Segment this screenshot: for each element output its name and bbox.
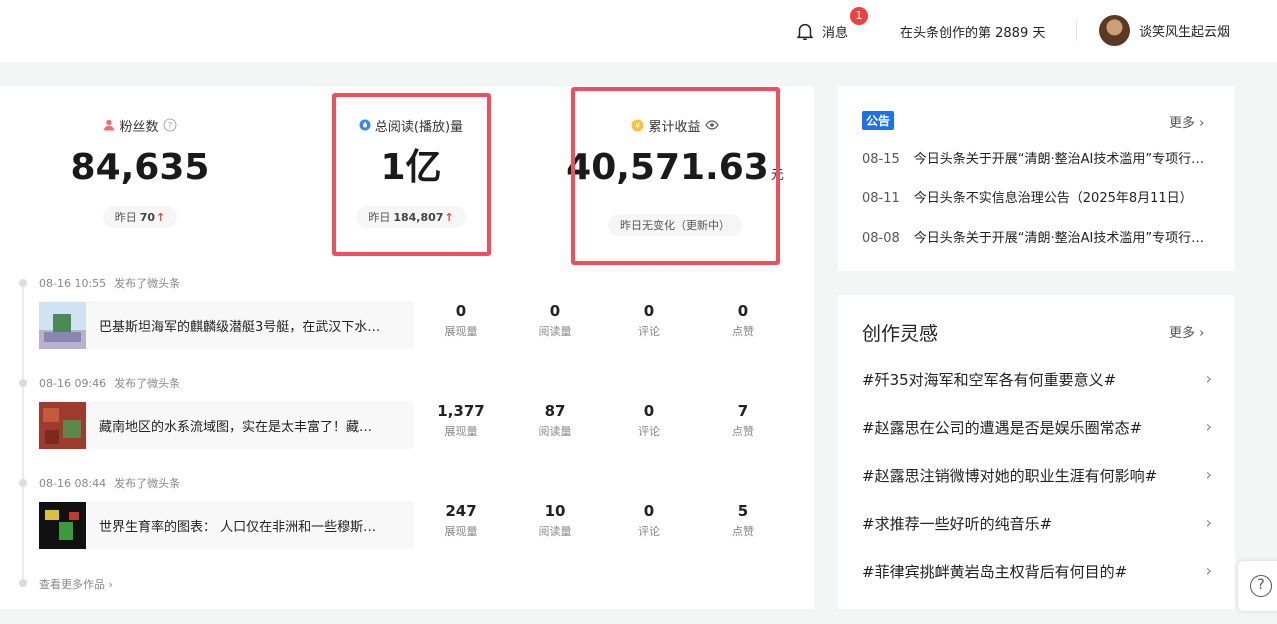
post-meta: 08-16 08:44 发布了微头条: [39, 477, 181, 490]
chevron-right-icon: ›: [1199, 116, 1205, 131]
user-menu[interactable]: 谈笑风生起云烟: [1099, 15, 1230, 46]
stat-label: 粉丝数: [119, 119, 159, 135]
chevron-right-icon: ›: [1205, 513, 1212, 532]
help-button[interactable]: ?: [1238, 561, 1277, 611]
creation-days: 在头条创作的第 2889 天: [900, 26, 1046, 41]
timeline-dot: [19, 379, 27, 387]
post-card[interactable]: 巴基斯坦海军的麒麟级潜艇3号艇，在武汉下水…: [39, 301, 414, 349]
messages-label: 消息: [822, 25, 849, 41]
metric-impressions: 0 展现量: [444, 302, 478, 338]
highlight-box-reads: [332, 93, 491, 256]
metric-impressions: 247 展现量: [444, 502, 478, 538]
username: 谈笑风生起云烟: [1139, 25, 1231, 40]
svg-text:?: ?: [167, 122, 172, 132]
chevron-right-icon: ›: [1205, 561, 1212, 580]
post-meta: 08-16 10:55 发布了微头条: [39, 277, 181, 290]
help-icon: ?: [1250, 575, 1272, 597]
post-thumbnail: [39, 401, 86, 449]
avatar[interactable]: [1099, 15, 1130, 46]
messages-badge: 1: [850, 7, 868, 25]
dashboard-panel: 粉丝数 ? 84,635 昨日 70↑ 总阅读(播放)量 1亿 昨日 184,807…: [0, 86, 814, 609]
bell-icon: [796, 23, 814, 40]
post-card[interactable]: 藏南地区的水系流域图，实在是太丰富了！藏…: [39, 401, 414, 449]
notice-item[interactable]: 08-15 今日头条关于开展“清朗·整治AI技术滥用”专项行动的公告: [862, 148, 1212, 167]
metric-impressions: 1,377 展现量: [437, 402, 485, 438]
notice-panel: 公告 更多 › 08-15 今日头条关于开展“清朗·整治AI技术滥用”专项行动的公…: [838, 86, 1235, 271]
inspiration-panel: 创作灵感 更多 › #歼35对海军和空军各有何重要意义# › #赵露思在公司的遭遇…: [838, 295, 1235, 609]
timeline-dot: [19, 479, 27, 487]
metric-reads: 0 阅读量: [538, 302, 572, 338]
metric-reads: 87 阅读量: [538, 402, 572, 438]
notice-more-link[interactable]: 更多 ›: [1169, 112, 1204, 131]
post-title: 巴基斯坦海军的麒麟级潜艇3号艇，在武汉下水…: [99, 319, 381, 335]
post-card[interactable]: 世界生育率的图表： 人口仅在非洲和一些穆斯…: [39, 501, 414, 549]
notice-item[interactable]: 08-11 今日头条不实信息治理公告（2025年8月11日）: [862, 187, 1212, 206]
stat-yesterday: 昨日 70↑: [102, 206, 178, 228]
metric-comments: 0 评论: [638, 502, 660, 538]
arrow-up-icon: ↑: [156, 211, 166, 224]
metric-likes: 5 点赞: [732, 502, 754, 538]
messages-button[interactable]: 消息 1: [794, 7, 868, 44]
fans-icon: [104, 119, 115, 131]
chevron-right-icon: ›: [1199, 326, 1205, 341]
notice-item[interactable]: 08-08 今日头条关于开展“清朗·整治AI技术滥用”专项行动的公告: [862, 227, 1212, 246]
inspiration-item[interactable]: #赵露思在公司的遭遇是否是娱乐圈常态# ›: [862, 417, 1212, 438]
chevron-right-icon: ›: [108, 578, 113, 591]
notice-tag: 公告: [862, 111, 895, 130]
stat-fans: 粉丝数 ? 84,635 昨日 70↑: [25, 116, 255, 228]
timeline-dot: [19, 279, 27, 287]
timeline-dot: [19, 579, 27, 587]
metric-comments: 0 评论: [638, 402, 660, 438]
inspiration-title: 创作灵感: [862, 323, 939, 345]
chevron-right-icon: ›: [1205, 465, 1212, 484]
metric-likes: 7 点赞: [732, 402, 754, 438]
inspiration-item[interactable]: #菲律宾挑衅黄岩岛主权背后有何目的# ›: [862, 561, 1212, 582]
top-bar: 消息 1 在头条创作的第 2889 天 谈笑风生起云烟: [0, 0, 1277, 62]
chevron-right-icon: ›: [1205, 369, 1212, 388]
highlight-box-income: [571, 87, 780, 265]
post-title: 世界生育率的图表： 人口仅在非洲和一些穆斯…: [99, 519, 377, 535]
divider: [1076, 21, 1077, 41]
inspiration-item[interactable]: #求推荐一些好听的纯音乐# ›: [862, 513, 1212, 534]
post-thumbnail: [39, 301, 86, 349]
inspiration-more-link[interactable]: 更多 ›: [1169, 322, 1204, 341]
inspiration-item[interactable]: #歼35对海军和空军各有何重要意义# ›: [862, 369, 1212, 390]
metric-reads: 10 阅读量: [538, 502, 572, 538]
view-more-works-link[interactable]: 查看更多作品 ›: [39, 576, 113, 592]
stat-value: 84,635: [70, 147, 210, 188]
metric-likes: 0 点赞: [732, 302, 754, 338]
chevron-right-icon: ›: [1205, 417, 1212, 436]
post-thumbnail: [39, 501, 86, 549]
timeline-line: [22, 282, 24, 582]
inspiration-item[interactable]: #赵露思注销微博对她的职业生涯有何影响# ›: [862, 465, 1212, 486]
metric-comments: 0 评论: [638, 302, 660, 338]
post-title: 藏南地区的水系流域图，实在是太丰富了！藏…: [99, 419, 373, 435]
post-meta: 08-16 09:46 发布了微头条: [39, 377, 181, 390]
help-circle-icon[interactable]: ?: [163, 118, 177, 132]
